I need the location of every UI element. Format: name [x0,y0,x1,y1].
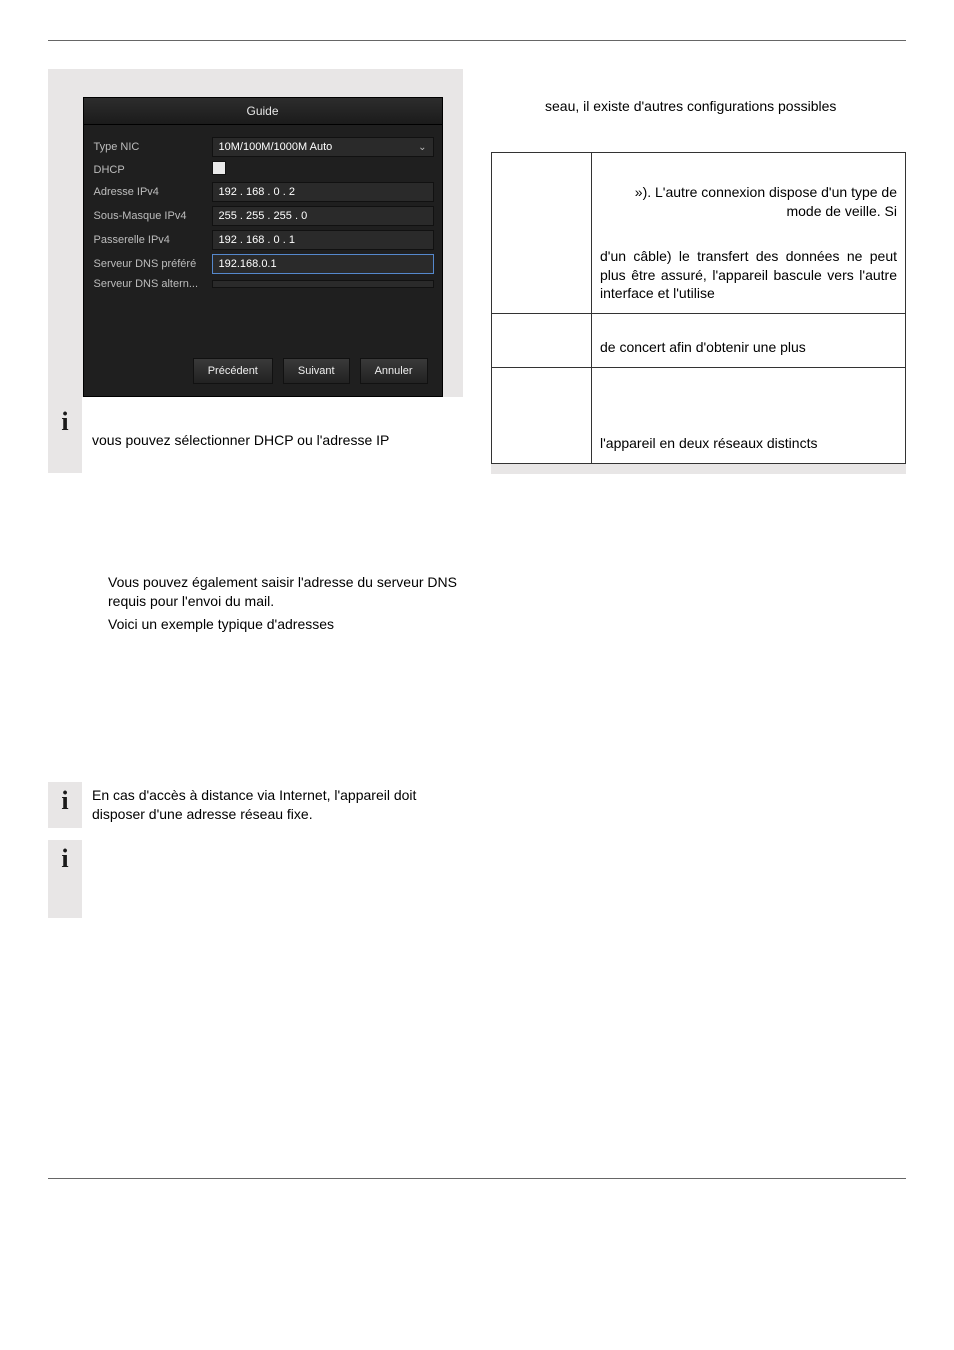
cell1-line2: d'un câble) le transfert des données ne … [600,247,897,304]
cell1-line1: »). L'autre connexion dispose d'un type … [600,163,897,221]
input-ipv4-mask[interactable]: 255 . 255 . 255 . 0 [212,206,434,226]
input-ipv4-addr[interactable]: 192 . 168 . 0 . 2 [212,182,434,202]
table-row: »). L'autre connexion dispose d'un type … [492,152,906,313]
page: Guide Type NIC 10M/100M/1000M Auto ⌄ DHC… [0,0,954,1239]
config-table: »). L'autre connexion dispose d'un type … [491,152,906,464]
label-type-nic: Type NIC [92,141,212,153]
cell3-text: l'appareil en deux réseaux distincts [600,434,897,453]
table-cell-left-3 [492,368,592,464]
guide-screenshot-wrap: Guide Type NIC 10M/100M/1000M Auto ⌄ DHC… [48,97,463,397]
select-type-nic[interactable]: 10M/100M/1000M Auto ⌄ [212,137,434,157]
value-dns-pref: 192.168.0.1 [219,258,277,270]
value-type-nic: 10M/100M/1000M Auto [219,141,333,153]
right-intro: seau, il existe d'autres configurations … [491,97,906,116]
top-rule [48,40,906,41]
table-cell-right-2: de concert afin d'obtenir une plus [592,314,906,368]
guide-buttons: Précédent Suivant Annuler [92,354,434,384]
two-column-layout: Guide Type NIC 10M/100M/1000M Auto ⌄ DHC… [48,69,906,918]
input-ipv4-gw[interactable]: 192 . 168 . 0 . 1 [212,230,434,250]
table-cell-left-2 [492,314,592,368]
value-ipv4-gw: 192 . 168 . 0 . 1 [219,234,295,246]
info-block-2: i En cas d'accès à distance via Internet… [48,782,463,828]
guide-dialog: Guide Type NIC 10M/100M/1000M Auto ⌄ DHC… [83,97,443,397]
row-type-nic: Type NIC 10M/100M/1000M Auto ⌄ [92,137,434,157]
right-column: seau, il existe d'autres configurations … [491,69,906,918]
label-dns-pref: Serveur DNS préféré [92,258,212,270]
gray-bar-top [48,69,463,97]
checkbox-dhcp[interactable] [212,161,226,178]
gray-bar-under-table [491,464,906,474]
row-ipv4-mask: Sous-Masque IPv4 255 . 255 . 255 . 0 [92,206,434,226]
note-remote-access: En cas d'accès à distance via Internet, … [92,786,463,824]
table-row: l'appareil en deux réseaux distincts [492,368,906,464]
next-button[interactable]: Suivant [283,358,350,384]
info-block-1: i vous pouvez sélectionner DHCP ou l'adr… [48,397,463,473]
table-cell-right-3: l'appareil en deux réseaux distincts [592,368,906,464]
right-intro-text: seau, il existe d'autres configurations … [545,97,906,116]
label-dhcp: DHCP [92,164,212,176]
dns-paragraphs: Vous pouvez également saisir l'adresse d… [48,573,463,634]
label-ipv4-gw: Passerelle IPv4 [92,234,212,246]
label-dns-alt: Serveur DNS altern... [92,278,212,290]
info-text-2: En cas d'accès à distance via Internet, … [82,782,463,828]
row-dns-pref: Serveur DNS préféré 192.168.0.1 [92,254,434,274]
guide-gap [92,294,434,354]
value-ipv4-mask: 255 . 255 . 255 . 0 [219,210,308,222]
cancel-button[interactable]: Annuler [360,358,428,384]
info-icon-box-3: i [48,840,82,918]
info-icon: i [61,844,68,874]
info-icon-box-2: i [48,782,82,828]
input-dns-pref[interactable]: 192.168.0.1 [212,254,434,274]
note-dhcp-ip: vous pouvez sélectionner DHCP ou l'adres… [92,431,389,450]
prev-button[interactable]: Précédent [193,358,273,384]
info-icon: i [61,407,68,437]
cell2-text: de concert afin d'obtenir une plus [600,338,897,357]
left-column: Guide Type NIC 10M/100M/1000M Auto ⌄ DHC… [48,69,463,918]
table-row: de concert afin d'obtenir une plus [492,314,906,368]
dns-para-2: Voici un exemple typique d'adresses [108,615,463,634]
label-ipv4-mask: Sous-Masque IPv4 [92,210,212,222]
dns-para-1: Vous pouvez également saisir l'adresse d… [108,573,463,611]
row-dns-alt: Serveur DNS altern... [92,278,434,290]
guide-body: Type NIC 10M/100M/1000M Auto ⌄ DHCP Adre… [84,125,442,396]
table-cell-right-1: »). L'autre connexion dispose d'un type … [592,152,906,313]
bottom-rule [48,1178,906,1179]
row-ipv4-gw: Passerelle IPv4 192 . 168 . 0 . 1 [92,230,434,250]
chevron-down-icon: ⌄ [418,142,426,153]
info-block-3: i [48,840,463,918]
input-dns-alt[interactable] [212,280,434,288]
guide-title: Guide [84,98,442,125]
row-ipv4-addr: Adresse IPv4 192 . 168 . 0 . 2 [92,182,434,202]
value-ipv4-addr: 192 . 168 . 0 . 2 [219,186,295,198]
info-icon-box-1: i [48,397,82,473]
table-cell-left-1 [492,152,592,313]
info-text-1: vous pouvez sélectionner DHCP ou l'adres… [82,397,389,454]
label-ipv4-addr: Adresse IPv4 [92,186,212,198]
row-dhcp: DHCP [92,161,434,178]
checkbox-icon [212,161,226,175]
info-icon: i [61,786,68,816]
